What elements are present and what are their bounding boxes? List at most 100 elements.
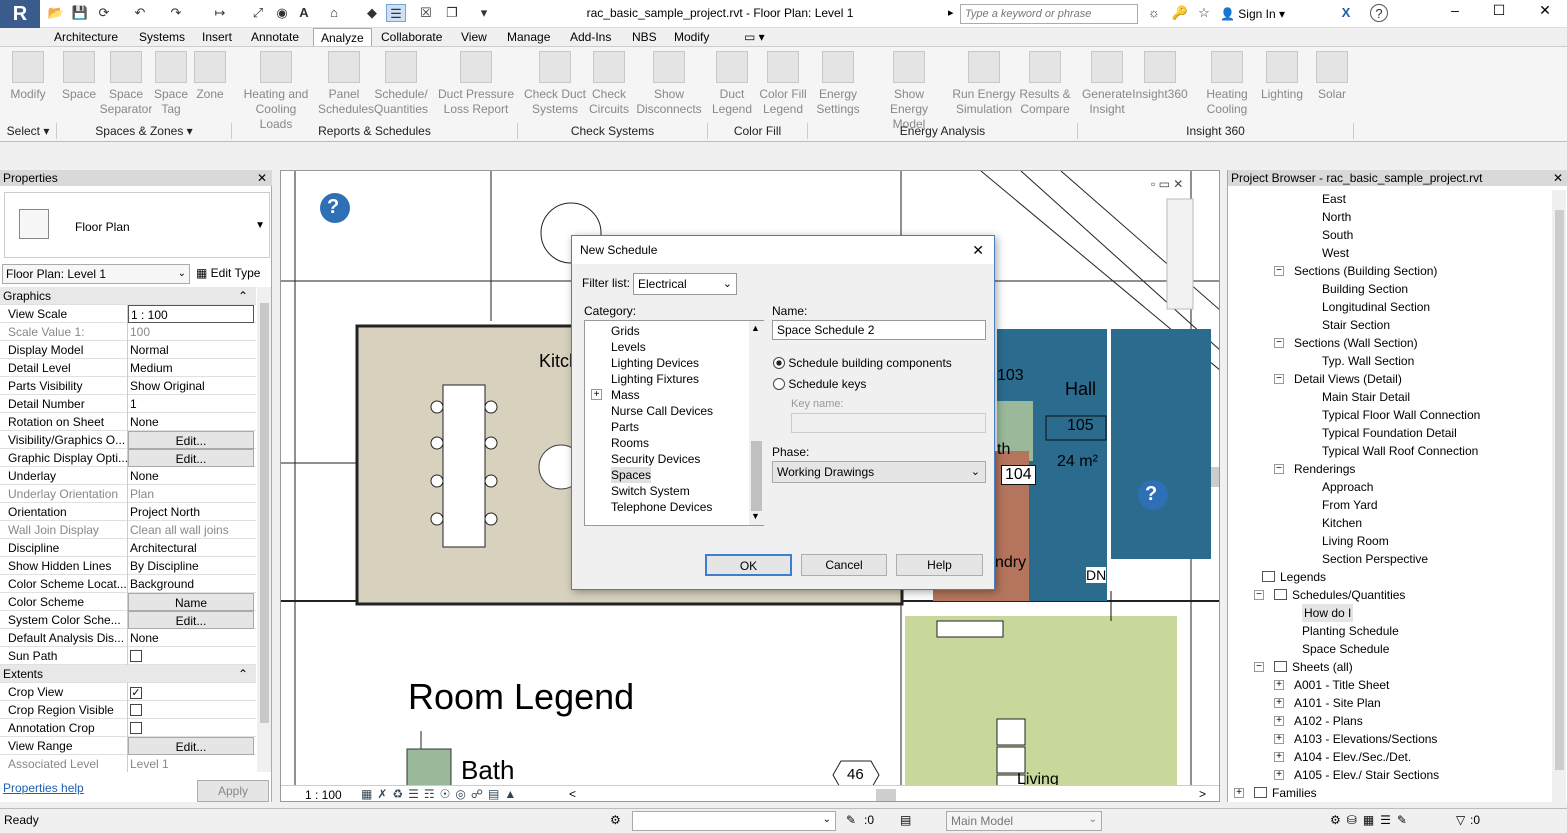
browser-item[interactable]: − Sheets (all) [1228,658,1550,676]
property-row[interactable]: Show Hidden Lines By Discipline [0,557,256,575]
ribbon-button-heating-cooling[interactable]: Heating and Cooling Loads [238,51,314,132]
browser-item[interactable]: + A103 - Elevations/Sections [1228,730,1550,748]
tab-architecture[interactable]: Architecture [54,28,118,46]
search-expand-icon[interactable]: ▸ [948,6,954,19]
binoculars-icon[interactable]: ☼ [1144,4,1164,22]
collapse-icon[interactable]: − [1274,338,1284,348]
checkbox-icon[interactable] [130,704,142,716]
panel-select[interactable]: Select ▾ [0,123,57,139]
property-row[interactable]: Extents ⌃ [0,665,256,683]
workset-select[interactable]: ⌄ [632,811,836,831]
close-window-button[interactable]: ✕ [1530,2,1560,24]
collapse-icon[interactable]: ⌃ [238,665,248,683]
property-row[interactable]: Associated Level Level 1 [0,755,256,772]
property-value[interactable]: Show Original [128,377,254,395]
property-row[interactable]: Graphics ⌃ [0,287,256,305]
browser-item[interactable]: + A104 - Elev./Sec./Det. [1228,748,1550,766]
tab-collaborate[interactable]: Collaborate [381,28,442,46]
3d-view-icon[interactable]: ⌂ [324,4,344,22]
tab-analyze[interactable]: Analyze [313,28,372,46]
ribbon-minimize-icon[interactable]: ▭ ▾ [744,28,765,46]
browser-item[interactable]: East [1228,190,1550,208]
property-row[interactable]: Visibility/Graphics O... Edit... [0,431,256,449]
property-row[interactable]: Display Model Normal [0,341,256,359]
category-scrollbar[interactable]: ▲ ▼ [749,321,764,525]
property-value[interactable]: By Discipline [128,557,254,575]
browser-item[interactable]: Building Section [1228,280,1550,298]
help-icon[interactable]: ? [1370,4,1388,22]
property-value[interactable] [128,719,254,737]
tab-modify[interactable]: Modify [674,28,709,46]
help-button[interactable]: Help [896,554,983,576]
close-icon[interactable]: ✕ [972,236,984,264]
browser-item[interactable]: From Yard [1228,496,1550,514]
ribbon-button-insight360[interactable]: Insight360 [1132,51,1188,102]
tab-add-ins[interactable]: Add-Ins [570,28,611,46]
scroll-down-icon[interactable]: ▼ [751,511,760,521]
property-value[interactable]: 100 [128,323,254,341]
switch-windows-icon[interactable]: ❐ [442,4,462,22]
browser-item[interactable]: − Renderings [1228,460,1550,478]
panel-color-fill[interactable]: Color Fill [708,123,808,139]
selection-toggle-icons[interactable]: ⚙⛁▦☰✎ [1330,813,1413,827]
property-value[interactable]: 1 : 100 [128,305,254,323]
aligned-dimension-icon[interactable]: ⤢ [248,4,268,22]
collapse-icon[interactable]: − [1274,464,1284,474]
ribbon-button-energy-model[interactable]: Show Energy Model [872,51,946,132]
browser-item[interactable]: − Detail Views (Detail) [1228,370,1550,388]
browser-item[interactable]: Stair Section [1228,316,1550,334]
schedule-keys-radio[interactable]: Schedule keys [773,377,866,391]
key-name-input[interactable] [791,413,986,433]
design-options-icon[interactable]: ▤ [900,813,911,827]
browser-item[interactable]: Typical Floor Wall Connection [1228,406,1550,424]
panel-spaces-zones[interactable]: Spaces & Zones ▾ [57,123,232,139]
browser-item[interactable]: + Families [1228,784,1550,802]
thin-lines-icon[interactable]: ☰ [386,4,406,22]
ok-button[interactable]: OK [705,554,792,576]
checkbox-icon[interactable] [130,650,142,662]
scroll-left-icon[interactable]: < [569,787,576,801]
ribbon-button-heating-cooling-insight[interactable]: Heating Cooling [1200,51,1254,117]
ribbon-button-run-simulation[interactable]: Run Energy Simulation [952,51,1016,117]
category-item[interactable]: Levels [585,339,749,355]
property-row[interactable]: Detail Number 1 [0,395,256,413]
ribbon-button-panel-schedules[interactable]: Panel Schedules [318,51,374,117]
search-input[interactable]: Type a keyword or phrase [960,4,1138,24]
browser-item[interactable]: Typical Foundation Detail [1228,424,1550,442]
category-item[interactable]: Lighting Devices [585,355,749,371]
property-row[interactable]: Parts Visibility Show Original [0,377,256,395]
ribbon-button-lighting[interactable]: Lighting [1256,51,1308,102]
browser-item[interactable]: + A102 - Plans [1228,712,1550,730]
property-row[interactable]: Scale Value 1: 100 [0,323,256,341]
property-value[interactable]: Name [128,593,254,611]
property-value[interactable]: 1 [128,395,254,413]
property-row[interactable]: Wall Join Display Clean all wall joins [0,521,256,539]
category-item[interactable]: Rooms [585,435,749,451]
browser-item[interactable]: North [1228,208,1550,226]
close-hidden-icon[interactable]: ☒ [416,4,436,22]
browser-item[interactable]: Space Schedule [1228,640,1550,658]
filter-icon[interactable]: ▽ [1456,813,1465,827]
category-item[interactable]: Lighting Fixtures [585,371,749,387]
browser-item[interactable]: Legends [1228,568,1550,586]
ribbon-button-duct-pressure[interactable]: Duct Pressure Loss Report [436,51,516,117]
ribbon-button-select[interactable]: Modify [4,51,52,102]
browser-item[interactable]: − Schedules/Quantities [1228,586,1550,604]
type-selector-preview[interactable]: Floor Plan ▼ [4,192,270,258]
property-value[interactable]: Edit... [128,737,254,755]
open-icon[interactable]: 📂 [46,4,66,22]
category-item[interactable]: Mass [585,387,749,403]
collapse-icon[interactable]: − [1254,590,1264,600]
expand-icon[interactable]: + [1274,680,1284,690]
property-value[interactable]: Edit... [128,431,254,449]
application-menu-button[interactable]: R [0,0,40,28]
phase-select[interactable]: Working Drawings ⌄ [772,461,986,483]
panel-check-systems[interactable]: Check Systems [518,123,708,139]
property-value[interactable]: None [128,467,254,485]
ribbon-button-results-compare[interactable]: Results & Compare [1016,51,1074,117]
worksets-icon[interactable]: ⚙ [610,813,621,827]
expand-icon[interactable]: + [1274,752,1284,762]
browser-item[interactable]: Planting Schedule [1228,622,1550,640]
text-icon[interactable]: A [294,4,314,22]
edit-type-button[interactable]: ▦ Edit Type [196,264,268,284]
